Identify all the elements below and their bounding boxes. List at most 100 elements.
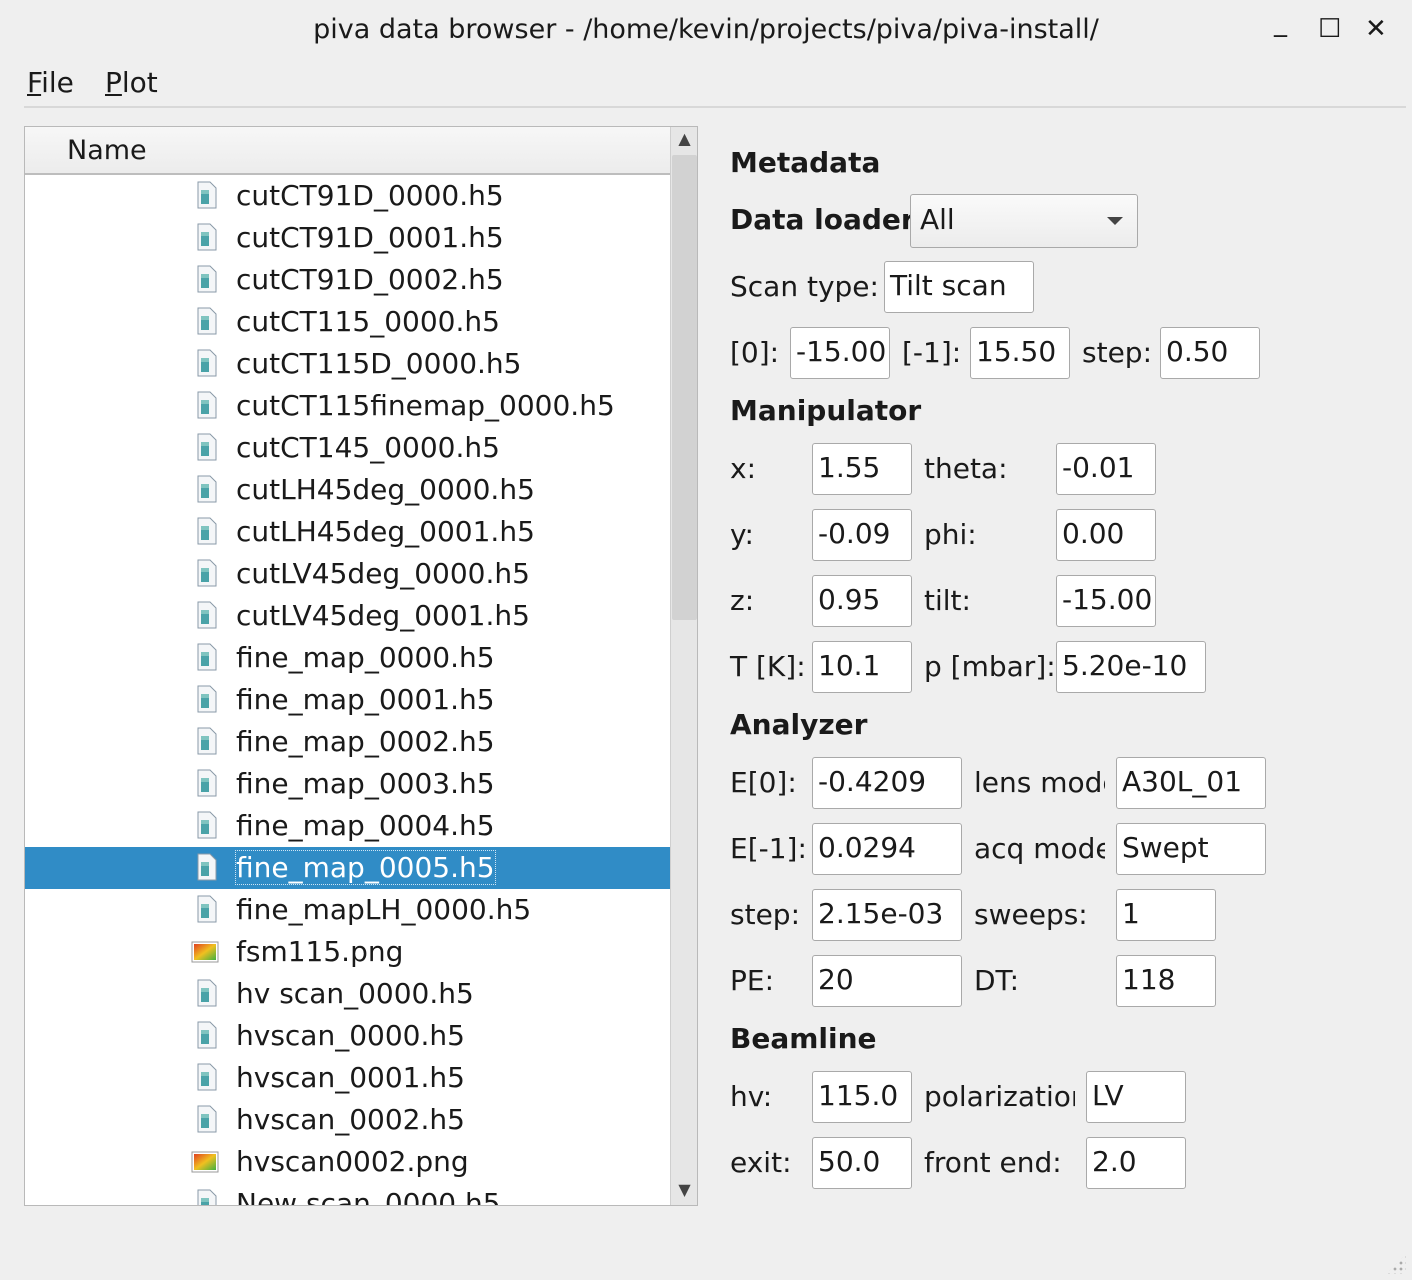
file-row[interactable]: cutCT145_0000.h5: [25, 427, 670, 469]
scroll-up-arrow-icon[interactable]: ▲: [671, 129, 697, 153]
file-name: fine_map_0001.h5: [236, 683, 495, 716]
file-row[interactable]: fine_map_0000.h5: [25, 637, 670, 679]
file-row[interactable]: cutCT91D_0001.h5: [25, 217, 670, 259]
h5-file-icon: [197, 1021, 217, 1049]
energy-step-label: step:: [730, 898, 800, 931]
tilt-field[interactable]: -15.00: [1056, 575, 1156, 627]
file-row[interactable]: fine_map_0002.h5: [25, 721, 670, 763]
file-row[interactable]: hv scan_0000.h5: [25, 973, 670, 1015]
scan-type-label: Scan type:: [730, 270, 879, 303]
file-row[interactable]: fine_map_0003.h5: [25, 763, 670, 805]
file-name: fine_mapLH_0000.h5: [236, 893, 532, 926]
file-row[interactable]: cutLH45deg_0000.h5: [25, 469, 670, 511]
h5-file-icon: [197, 1105, 217, 1133]
scan-type-field[interactable]: Tilt scan: [884, 261, 1034, 313]
hv-field[interactable]: 115.0: [812, 1071, 912, 1123]
file-row[interactable]: fine_map_0005.h5: [25, 847, 670, 889]
scan-end-field[interactable]: 15.50: [970, 327, 1070, 379]
h5-file-icon: [197, 643, 217, 671]
lens-mode-field[interactable]: A30L_01: [1116, 757, 1266, 809]
file-name: fsm115.png: [236, 935, 404, 968]
vertical-scrollbar[interactable]: ▲ ▼: [670, 127, 697, 1205]
scrollbar-thumb[interactable]: [672, 155, 697, 620]
file-row[interactable]: fine_map_0001.h5: [25, 679, 670, 721]
file-name: cutCT91D_0001.h5: [236, 221, 504, 254]
z-field[interactable]: 0.95: [812, 575, 912, 627]
data-loader-label: Data loader:: [730, 203, 926, 236]
file-name: cutCT91D_0002.h5: [236, 263, 504, 296]
x-label: x:: [730, 452, 757, 485]
e0-field[interactable]: -0.4209: [812, 757, 962, 809]
chevron-down-icon: [1107, 217, 1123, 225]
temperature-field[interactable]: 10.1: [812, 641, 912, 693]
h5-file-icon: [197, 979, 217, 1007]
h5-file-icon: [197, 391, 217, 419]
image-file-icon: [191, 940, 219, 968]
x-field[interactable]: 1.55: [812, 443, 912, 495]
column-header-name[interactable]: Name: [25, 127, 670, 175]
resize-grip-icon[interactable]: [1386, 1254, 1406, 1274]
energy-step-field[interactable]: 2.15e-03: [812, 889, 962, 941]
polarization-label: polarization: [924, 1080, 1075, 1113]
exit-slit-field[interactable]: 50.0: [812, 1137, 912, 1189]
file-row[interactable]: cutLV45deg_0001.h5: [25, 595, 670, 637]
y-field[interactable]: -0.09: [812, 509, 912, 561]
phi-field[interactable]: 0.00: [1056, 509, 1156, 561]
manipulator-header: Manipulator: [730, 394, 922, 427]
file-row[interactable]: hvscan_0001.h5: [25, 1057, 670, 1099]
pass-energy-label: PE:: [730, 964, 775, 997]
file-name: hvscan_0000.h5: [236, 1019, 465, 1052]
h5-file-icon: [197, 853, 217, 881]
file-row[interactable]: hvscan_0000.h5: [25, 1015, 670, 1057]
analyzer-header: Analyzer: [730, 708, 868, 741]
file-row[interactable]: hvscan0002.png: [25, 1141, 670, 1183]
file-name: cutCT115_0000.h5: [236, 305, 500, 338]
file-row[interactable]: New scan_0000.h5: [25, 1183, 670, 1205]
scroll-down-arrow-icon[interactable]: ▼: [671, 1180, 697, 1204]
menu-plot[interactable]: Plot: [105, 66, 158, 99]
dwell-time-field[interactable]: 118: [1116, 955, 1216, 1007]
polarization-field[interactable]: LV: [1086, 1071, 1186, 1123]
file-tree[interactable]: Name cutCT91D_0000.h5 cutCT91D_0001.h5cut…: [24, 126, 698, 1206]
menu-file[interactable]: File: [27, 66, 74, 99]
scan-step-field[interactable]: 0.50: [1160, 327, 1260, 379]
pass-energy-field[interactable]: 20: [812, 955, 962, 1007]
title-bar: piva data browser - /home/kevin/projects…: [0, 0, 1412, 62]
h5-file-icon: [197, 1063, 217, 1091]
h5-file-icon: [197, 559, 217, 587]
menu-plot-mnemonic: P: [105, 66, 122, 99]
file-name: cutLH45deg_0001.h5: [236, 515, 535, 548]
temperature-label: T [K]:: [730, 650, 806, 683]
file-name: cutCT115finemap_0000.h5: [236, 389, 615, 422]
file-row[interactable]: fine_mapLH_0000.h5: [25, 889, 670, 931]
file-row[interactable]: hvscan_0002.h5: [25, 1099, 670, 1141]
h5-file-icon: [197, 601, 217, 629]
data-loader-select[interactable]: All: [910, 194, 1138, 248]
pressure-field[interactable]: 5.20e-10: [1056, 641, 1206, 693]
file-name: cutCT145_0000.h5: [236, 431, 500, 464]
scan-start-field[interactable]: -15.00: [790, 327, 890, 379]
h5-file-icon: [197, 433, 217, 461]
maximize-button[interactable]: ☐: [1318, 14, 1341, 44]
h5-file-icon: [197, 517, 217, 545]
file-row[interactable]: fsm115.png: [25, 931, 670, 973]
file-row[interactable]: cutLV45deg_0000.h5: [25, 553, 670, 595]
file-row[interactable]: cutLH45deg_0001.h5: [25, 511, 670, 553]
file-row[interactable]: cutCT115_0000.h5: [25, 301, 670, 343]
y-label: y:: [730, 518, 754, 551]
sweeps-field[interactable]: 1: [1116, 889, 1216, 941]
front-end-field[interactable]: 2.0: [1086, 1137, 1186, 1189]
acq-mode-field[interactable]: Swept: [1116, 823, 1266, 875]
file-row[interactable]: fine_map_0004.h5: [25, 805, 670, 847]
tilt-label: tilt:: [924, 584, 971, 617]
phi-label: phi:: [924, 518, 977, 551]
file-row[interactable]: cutCT91D_0002.h5: [25, 259, 670, 301]
theta-field[interactable]: -0.01: [1056, 443, 1156, 495]
e1-field[interactable]: 0.0294: [812, 823, 962, 875]
file-row[interactable]: cutCT91D_0000.h5: [25, 175, 670, 217]
minimize-button[interactable]: _: [1274, 8, 1287, 38]
file-row[interactable]: cutCT115D_0000.h5: [25, 343, 670, 385]
file-row[interactable]: cutCT115finemap_0000.h5: [25, 385, 670, 427]
close-button[interactable]: ✕: [1365, 14, 1387, 44]
h5-file-icon: [197, 223, 217, 251]
